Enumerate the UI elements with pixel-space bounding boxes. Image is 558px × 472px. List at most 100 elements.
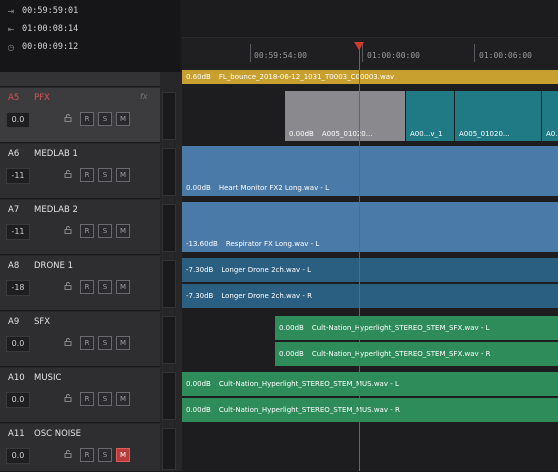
- track-name: MUSIC: [34, 373, 62, 383]
- track-name: PFX: [34, 93, 50, 103]
- lock-icon[interactable]: [64, 114, 72, 122]
- track-header-a6[interactable]: A6 MEDLAB 1 -11 R S M: [0, 144, 160, 199]
- track-id: A8: [8, 261, 20, 271]
- level-meter: [162, 92, 176, 140]
- clip-name: A0...: [546, 130, 558, 138]
- lock-icon[interactable]: [64, 282, 72, 290]
- solo-button[interactable]: S: [98, 224, 112, 238]
- lock-icon[interactable]: [64, 226, 72, 234]
- clip-medlab1[interactable]: 0.00dB Heart Monitor FX2 Long.wav - L: [182, 146, 558, 196]
- clip-gain: 0.00dB: [186, 406, 211, 414]
- clip-gain: -7.30dB: [186, 266, 214, 274]
- track-volume[interactable]: 0.0: [6, 112, 30, 128]
- fx-icon[interactable]: fx: [140, 92, 148, 101]
- ruler-label: 01:00:06:00: [479, 51, 532, 60]
- track-name: OSC NOISE: [34, 429, 82, 439]
- track-header-a8[interactable]: A8 DRONE 1 -18 R S M: [0, 256, 160, 311]
- clip-medlab2[interactable]: -13.60dB Respirator FX Long.wav - L: [182, 202, 558, 252]
- mute-button[interactable]: M: [116, 392, 130, 406]
- track-header-a7[interactable]: A7 MEDLAB 2 -11 R S M: [0, 200, 160, 255]
- clip-sfx-l[interactable]: 0.00dB Cult-Nation_Hyperlight_STEREO_STEM…: [275, 316, 558, 340]
- clip-bounce[interactable]: 0.60dB FL_bounce_2018-06-12_1031_T0003_C0…: [182, 70, 558, 84]
- track-header-a11[interactable]: A11 OSC NOISE 0.0 R S M: [0, 424, 160, 472]
- in-point-icon: ⇤: [7, 24, 15, 34]
- level-meter: [162, 204, 176, 252]
- track-volume[interactable]: -18: [6, 280, 30, 296]
- track-header-a5[interactable]: A5 PFX fx 0.0 R S M: [0, 88, 160, 143]
- track-header-a9[interactable]: A9 SFX 0.0 R S M: [0, 312, 160, 367]
- track-volume[interactable]: -11: [6, 168, 30, 184]
- level-meter: [162, 428, 176, 470]
- clip-pfx-a[interactable]: 0.00dB A005_01020...: [285, 91, 405, 141]
- duration-icon: ◷: [7, 42, 15, 52]
- out-point-icon: ⇥: [7, 6, 15, 16]
- clip-pfx-c[interactable]: A005_01020...: [455, 91, 541, 141]
- clip-name: A005_01020...: [459, 130, 510, 138]
- clip-name: Cult-Nation_Hyperlight_STEREO_STEM_SFX.w…: [311, 324, 490, 332]
- track-volume[interactable]: 0.0: [6, 392, 30, 408]
- clip-drone-l[interactable]: -7.30dB Longer Drone 2ch.wav - L: [182, 258, 558, 282]
- track-id: A10: [8, 373, 25, 383]
- clip-gain: 0.60dB: [186, 73, 211, 81]
- mute-button[interactable]: M: [116, 168, 130, 182]
- solo-button[interactable]: S: [98, 448, 112, 462]
- track-header-a10[interactable]: A10 MUSIC 0.0 R S M: [0, 368, 160, 423]
- record-arm-button[interactable]: R: [80, 336, 94, 350]
- ruler-label: 01:00:00:00: [367, 51, 420, 60]
- record-arm-button[interactable]: R: [80, 280, 94, 294]
- solo-button[interactable]: S: [98, 168, 112, 182]
- track-volume[interactable]: 0.0: [6, 336, 30, 352]
- clip-name: Cult-Nation_Hyperlight_STEREO_STEM_SFX.w…: [311, 350, 491, 358]
- lock-icon[interactable]: [64, 170, 72, 178]
- mute-button[interactable]: M: [116, 448, 130, 462]
- out-point-timecode: 00:59:59:01: [22, 6, 79, 16]
- duration-row: ◷ 00:00:09:12: [0, 38, 180, 56]
- duration-timecode: 00:00:09:12: [22, 42, 79, 52]
- lock-icon[interactable]: [64, 450, 72, 458]
- clip-name: FL_bounce_2018-06-12_1031_T0003_C00003.w…: [218, 73, 395, 81]
- clip-sfx-r[interactable]: 0.00dB Cult-Nation_Hyperlight_STEREO_STEM…: [275, 342, 558, 366]
- track-volume[interactable]: 0.0: [6, 448, 30, 464]
- clip-music-r[interactable]: 0.00dB Cult-Nation_Hyperlight_STEREO_STEM…: [182, 398, 558, 422]
- track-id: A5: [8, 93, 20, 103]
- record-arm-button[interactable]: R: [80, 392, 94, 406]
- clip-pfx-d[interactable]: A0...: [542, 91, 558, 141]
- record-arm-button[interactable]: R: [80, 448, 94, 462]
- in-point-timecode: 01:00:08:14: [22, 24, 79, 34]
- lock-icon[interactable]: [64, 338, 72, 346]
- mute-button[interactable]: M: [116, 336, 130, 350]
- clip-pfx-b[interactable]: A00...v_1: [406, 91, 454, 141]
- track-id: A9: [8, 317, 20, 327]
- clip-music-l[interactable]: 0.00dB Cult-Nation_Hyperlight_STEREO_STEM…: [182, 372, 558, 396]
- level-meter: [162, 260, 176, 308]
- record-arm-button[interactable]: R: [80, 168, 94, 182]
- clip-gain: 0.00dB: [186, 184, 211, 192]
- clip-gain: 0.00dB: [186, 380, 211, 388]
- clip-name: Heart Monitor FX2 Long.wav - L: [218, 184, 330, 192]
- record-arm-button[interactable]: R: [80, 224, 94, 238]
- solo-button[interactable]: S: [98, 280, 112, 294]
- level-meter: [162, 372, 176, 420]
- timecode-panel: ⇥ 00:59:59:01 ⇤ 01:00:08:14 ◷ 00:00:09:1…: [0, 0, 180, 72]
- clip-name: Respirator FX Long.wav - L: [225, 240, 320, 248]
- clip-gain: 0.00dB: [289, 130, 314, 138]
- clip-gain: -7.30dB: [186, 292, 214, 300]
- lock-icon[interactable]: [64, 394, 72, 402]
- clip-name: Cult-Nation_Hyperlight_STEREO_STEM_MUS.w…: [218, 380, 399, 388]
- level-meter: [162, 316, 176, 364]
- record-arm-button[interactable]: R: [80, 112, 94, 126]
- mute-button[interactable]: M: [116, 112, 130, 126]
- solo-button[interactable]: S: [98, 336, 112, 350]
- clip-drone-r[interactable]: -7.30dB Longer Drone 2ch.wav - R: [182, 284, 558, 308]
- clip-name: Longer Drone 2ch.wav - R: [221, 292, 313, 300]
- mute-button[interactable]: M: [116, 280, 130, 294]
- playhead[interactable]: [359, 44, 360, 471]
- track-volume[interactable]: -11: [6, 224, 30, 240]
- clip-name: A005_01020...: [321, 130, 373, 138]
- solo-button[interactable]: S: [98, 392, 112, 406]
- timeline-ruler[interactable]: 00:59:54:00 01:00:00:00 01:00:06:00: [182, 0, 558, 72]
- track-name: DRONE 1: [34, 261, 73, 271]
- mute-button[interactable]: M: [116, 224, 130, 238]
- track-headers: A5 PFX fx 0.0 R S M A6 MEDLAB 1 -11 R S …: [0, 72, 182, 472]
- solo-button[interactable]: S: [98, 112, 112, 126]
